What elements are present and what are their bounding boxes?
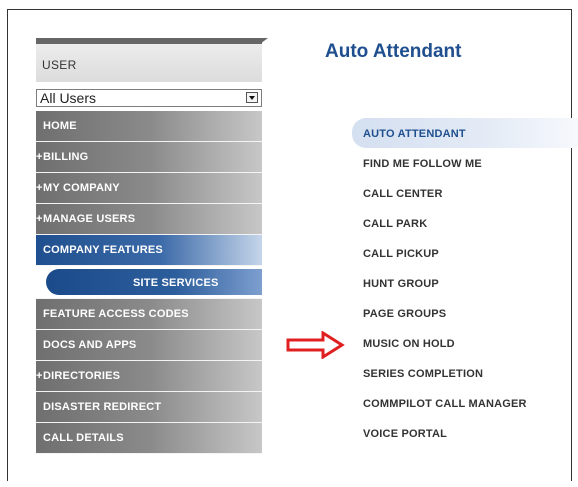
expand-marker-icon: + <box>36 151 43 163</box>
feature-item-music-on-hold[interactable]: MUSIC ON HOLD <box>352 328 578 358</box>
sidebar-item-label: MANAGE USERS <box>43 213 136 225</box>
feature-item-series-completion[interactable]: SERIES COMPLETION <box>352 358 578 388</box>
feature-item-call-pickup[interactable]: CALL PICKUP <box>352 238 578 268</box>
feature-list: AUTO ATTENDANT FIND ME FOLLOW ME CALL CE… <box>352 118 578 448</box>
sidebar-item-company-features[interactable]: COMPANY FEATURES <box>36 235 262 266</box>
sidebar-item-label: CALL DETAILS <box>43 432 124 444</box>
sidebar-nav: HOME + BILLING + MY COMPANY + MANAGE USE… <box>36 111 262 454</box>
user-filter-value: All Users <box>40 90 97 106</box>
feature-item-label: COMMPILOT CALL MANAGER <box>363 398 527 410</box>
sidebar-item-feature-access-codes[interactable]: FEATURE ACCESS CODES <box>36 299 262 330</box>
feature-item-label: PAGE GROUPS <box>363 308 447 320</box>
sidebar-item-label: DOCS AND APPS <box>43 339 137 351</box>
feature-item-commpilot-call-manager[interactable]: COMMPILOT CALL MANAGER <box>352 388 578 418</box>
expand-marker-icon: + <box>36 182 43 194</box>
feature-item-label: SERIES COMPLETION <box>363 368 484 380</box>
sidebar-item-my-company[interactable]: + MY COMPANY <box>36 173 262 204</box>
user-panel-header: USER <box>36 38 268 82</box>
expand-marker-icon: + <box>36 370 43 382</box>
sidebar-item-label: DIRECTORIES <box>43 370 121 382</box>
feature-item-call-center[interactable]: CALL CENTER <box>352 178 578 208</box>
sidebar-item-label: BILLING <box>43 151 89 163</box>
sidebar-item-label: HOME <box>43 120 77 132</box>
sidebar-item-home[interactable]: HOME <box>36 111 262 142</box>
user-label: USER <box>42 58 77 72</box>
sidebar-item-label: MY COMPANY <box>43 182 120 194</box>
feature-item-auto-attendant[interactable]: AUTO ATTENDANT <box>352 118 578 148</box>
sidebar-item-disaster-redirect[interactable]: DISASTER REDIRECT <box>36 392 262 423</box>
page-title: Auto Attendant <box>325 41 462 62</box>
sidebar-item-billing[interactable]: + BILLING <box>36 142 262 173</box>
feature-item-label: CALL PARK <box>363 218 428 230</box>
feature-item-label: AUTO ATTENDANT <box>363 128 466 140</box>
feature-item-page-groups[interactable]: PAGE GROUPS <box>352 298 578 328</box>
sidebar-subitem-site-services[interactable]: SITE SERVICES <box>36 266 262 299</box>
feature-item-label: FIND ME FOLLOW ME <box>363 158 482 170</box>
feature-item-label: MUSIC ON HOLD <box>363 338 455 350</box>
sidebar-item-call-details[interactable]: CALL DETAILS <box>36 423 262 454</box>
sidebar-item-directories[interactable]: + DIRECTORIES <box>36 361 262 392</box>
sidebar-item-label: DISASTER REDIRECT <box>43 401 162 413</box>
feature-item-label: CALL CENTER <box>363 188 443 200</box>
sidebar-item-label: COMPANY FEATURES <box>43 244 163 256</box>
sidebar-item-label: SITE SERVICES <box>133 277 219 289</box>
feature-item-label: VOICE PORTAL <box>363 428 448 440</box>
feature-item-label: CALL PICKUP <box>363 248 439 260</box>
red-arrow-right-icon <box>286 331 345 359</box>
feature-item-hunt-group[interactable]: HUNT GROUP <box>352 268 578 298</box>
sidebar-item-docs-and-apps[interactable]: DOCS AND APPS <box>36 330 262 361</box>
user-filter-select[interactable]: All Users <box>36 89 262 107</box>
sidebar-item-label: FEATURE ACCESS CODES <box>43 308 189 320</box>
sidebar-item-manage-users[interactable]: + MANAGE USERS <box>36 204 262 235</box>
feature-item-call-park[interactable]: CALL PARK <box>352 208 578 238</box>
expand-marker-icon: + <box>36 213 43 225</box>
sidebar: USER All Users HOME + BILLING + MY COMPA… <box>36 38 268 454</box>
feature-item-label: HUNT GROUP <box>363 278 439 290</box>
feature-item-voice-portal[interactable]: VOICE PORTAL <box>352 418 578 448</box>
feature-item-find-me-follow-me[interactable]: FIND ME FOLLOW ME <box>352 148 578 178</box>
header-corner-decoration <box>260 38 268 44</box>
chevron-down-icon[interactable] <box>246 92 258 103</box>
